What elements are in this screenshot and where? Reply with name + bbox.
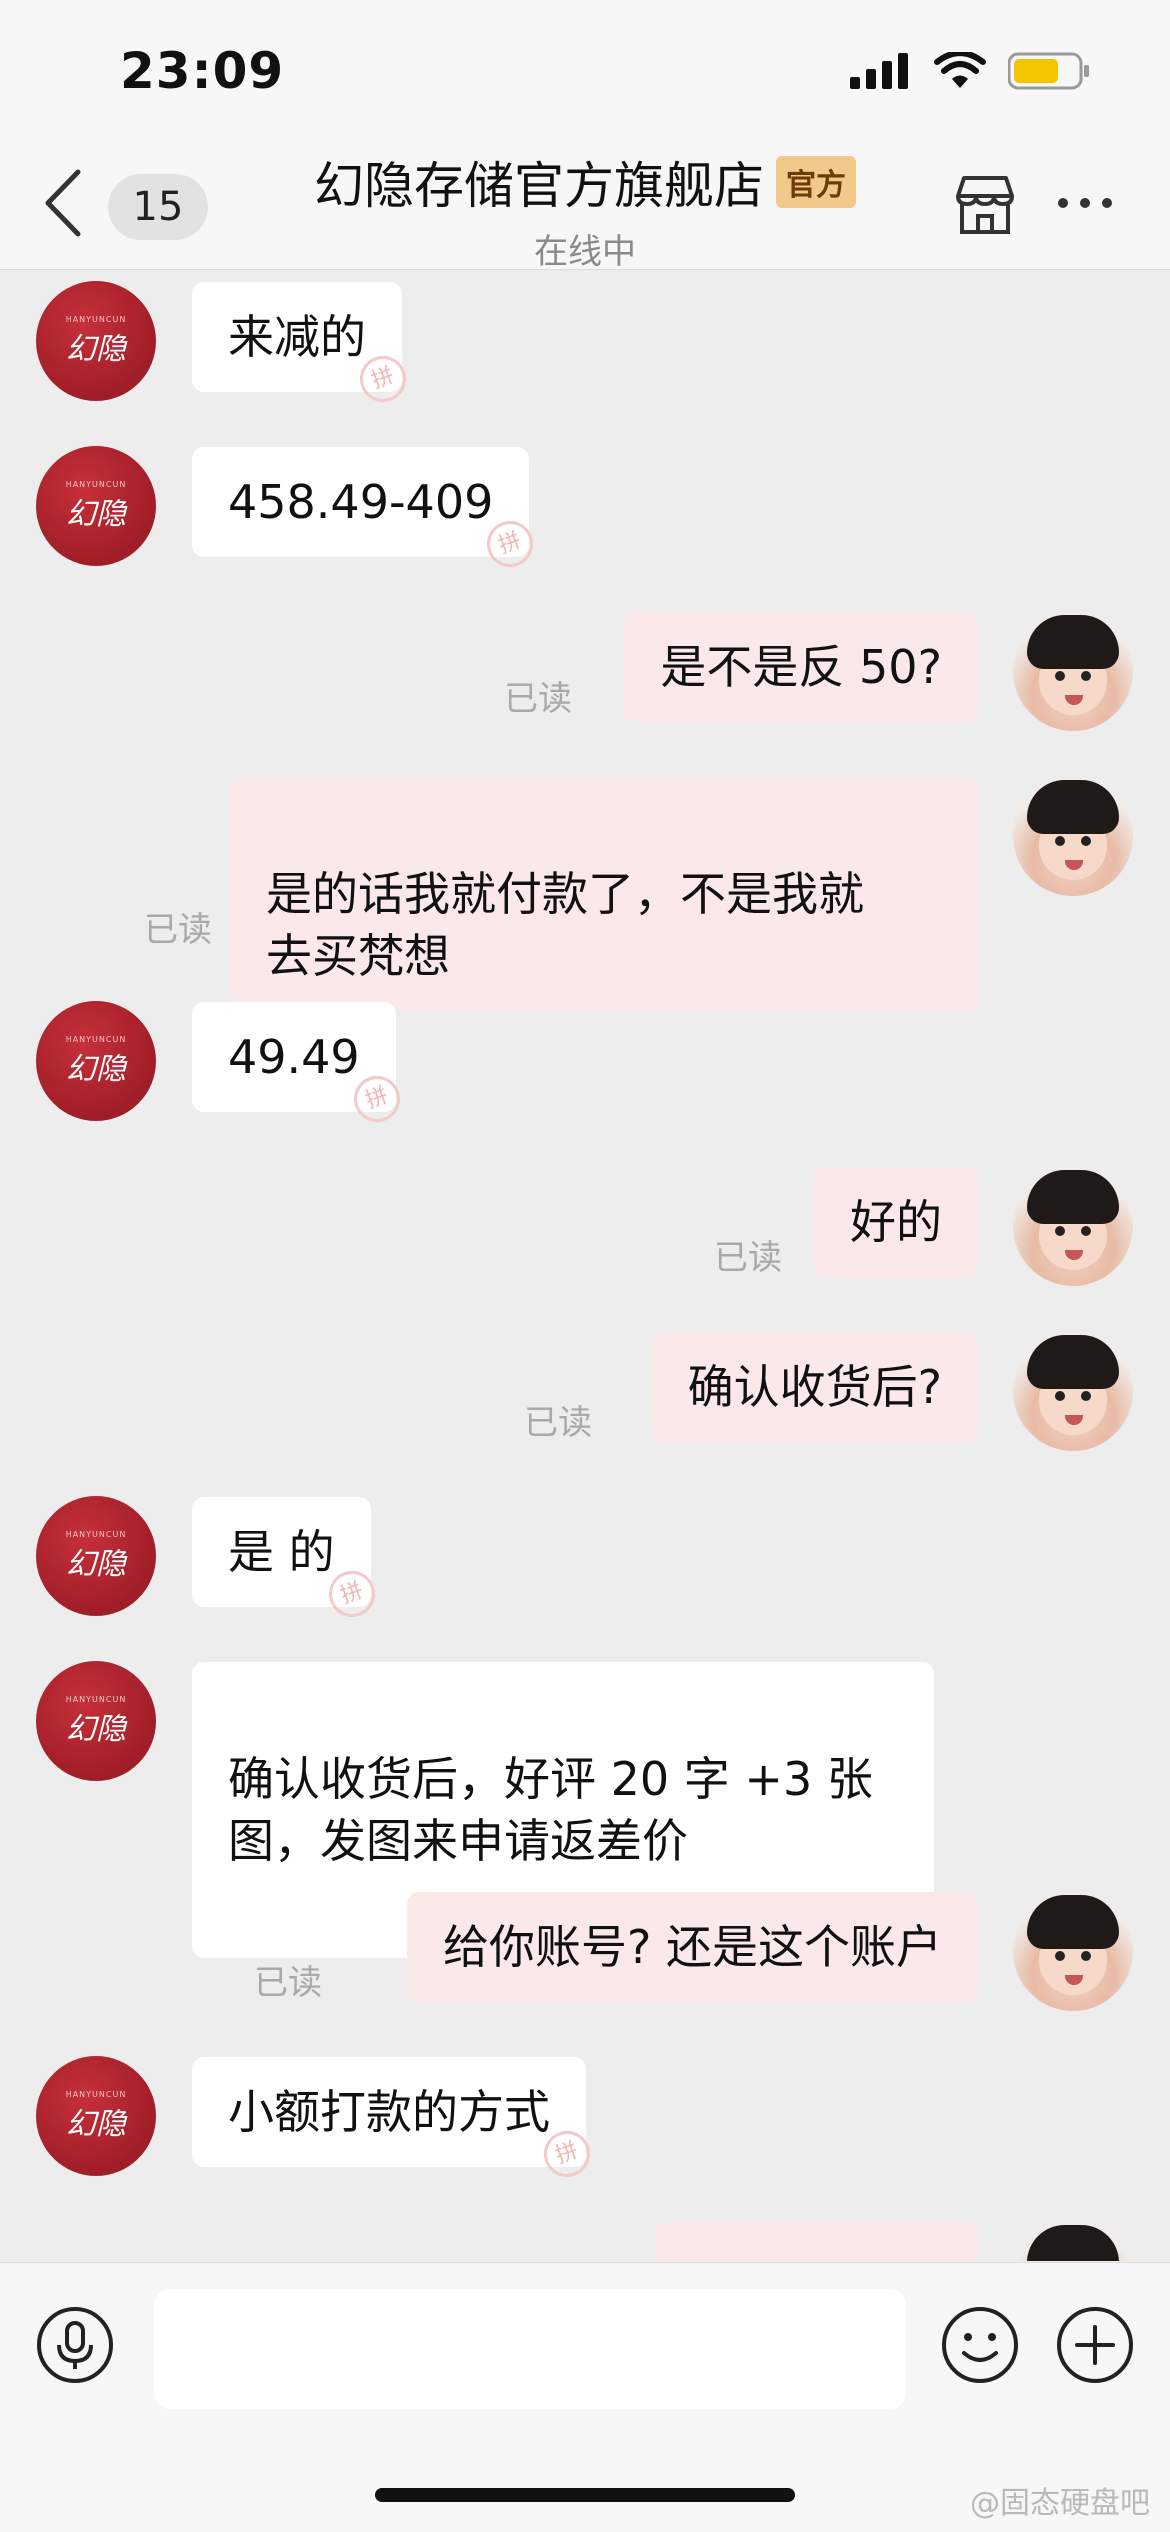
chat-header: 15 幻隐存储官方旗舰店 官方 在线中 xyxy=(0,128,1170,273)
seller-avatar[interactable]: HANYUNCUN 幻隐 xyxy=(36,281,156,401)
message-bubble[interactable]: 确认收货后? xyxy=(651,1332,978,1442)
plus-icon[interactable] xyxy=(1055,2305,1135,2385)
seller-avatar[interactable]: HANYUNCUN 幻隐 xyxy=(36,1496,156,1616)
message-text: 小额打款的方式 xyxy=(228,2085,550,2139)
read-receipt: 已读 xyxy=(144,910,212,950)
cellular-signal-icon xyxy=(850,53,908,89)
message-input[interactable] xyxy=(154,2289,906,2409)
user-avatar[interactable] xyxy=(1013,611,1133,731)
more-options-icon[interactable] xyxy=(1055,188,1115,218)
user-avatar[interactable] xyxy=(1013,1166,1133,1286)
logo-small-text: HANYUNCUN xyxy=(65,1034,127,1044)
seller-avatar[interactable]: HANYUNCUN 幻隐 xyxy=(36,446,156,566)
user-avatar[interactable] xyxy=(1013,2221,1133,2261)
read-receipt: 已读 xyxy=(524,1403,592,1443)
shop-name[interactable]: 幻隐存储官方旗舰店 xyxy=(314,146,764,218)
message-bubble[interactable]: 458.49-409 拼 xyxy=(192,447,540,574)
official-tag: 官方 xyxy=(776,156,856,208)
logo-small-text: HANYUNCUN xyxy=(65,2089,127,2099)
logo-text: 幻隐 xyxy=(66,496,126,532)
seller-avatar[interactable]: HANYUNCUN 幻隐 xyxy=(36,1001,156,1121)
read-receipt: 已读 xyxy=(504,679,572,719)
online-status: 在线中 xyxy=(534,232,636,272)
message-bubble[interactable]: 给你账号? 还是这个账户 xyxy=(406,1892,978,2002)
read-receipt: 已读 xyxy=(714,1238,782,1278)
back-arrow-icon[interactable] xyxy=(38,168,88,238)
seller-avatar[interactable]: HANYUNCUN 幻隐 xyxy=(36,2056,156,2176)
read-receipt: 已读 xyxy=(254,1963,322,2003)
message-text: 49.49 xyxy=(228,1030,360,1084)
wifi-icon xyxy=(934,52,986,88)
watermark: @固态硬盘吧 xyxy=(970,2486,1150,2521)
user-avatar[interactable] xyxy=(1013,1891,1133,2011)
message-text: 是的话我就付款了，不是我就 去买梵想 xyxy=(266,867,864,983)
message-text: 是 的 xyxy=(228,1525,335,1579)
message-text: 确认收货后，好评 20 字 +3 张 图，发图来申请返差价 xyxy=(228,1752,873,1868)
message-text: 来减的 xyxy=(228,310,366,364)
logo-text: 幻隐 xyxy=(66,1711,126,1747)
message-bubble[interactable]: 是不是反 50? xyxy=(624,612,978,722)
logo-text: 幻隐 xyxy=(66,2106,126,2142)
message-bubble[interactable]: 小额打款的方式 拼 xyxy=(192,2057,597,2184)
message-list[interactable]: HANYUNCUN 幻隐 来减的 拼 HANYUNCUN 幻隐 458.49-4… xyxy=(0,271,1170,2261)
message-bubble[interactable] xyxy=(656,2222,978,2261)
chat-title: 幻隐存储官方旗舰店 官方 在线中 xyxy=(300,146,870,273)
home-indicator[interactable] xyxy=(375,2488,795,2502)
status-icons xyxy=(850,52,1090,90)
logo-text: 幻隐 xyxy=(66,1051,126,1087)
status-bar: 23:09 xyxy=(0,0,1170,140)
logo-text: 幻隐 xyxy=(66,1546,126,1582)
message-bubble[interactable]: 49.49 拼 xyxy=(192,1002,407,1129)
message-text: 确认收货后? xyxy=(687,1360,942,1414)
logo-small-text: HANYUNCUN xyxy=(65,1694,127,1704)
message-bubble[interactable]: 来减的 拼 xyxy=(192,282,413,409)
unread-count-badge[interactable]: 15 xyxy=(108,174,208,240)
message-text: 458.49-409 xyxy=(228,475,494,529)
message-bubble[interactable]: 好的 xyxy=(814,1167,978,1277)
store-icon[interactable] xyxy=(950,170,1020,240)
status-time: 23:09 xyxy=(120,42,285,100)
microphone-icon[interactable] xyxy=(35,2305,115,2385)
user-avatar[interactable] xyxy=(1013,1331,1133,1451)
logo-text: 幻隐 xyxy=(66,331,126,367)
message-text: 好的 xyxy=(850,1195,942,1249)
emoji-icon[interactable] xyxy=(940,2305,1020,2385)
logo-small-text: HANYUNCUN xyxy=(65,479,127,489)
logo-small-text: HANYUNCUN xyxy=(65,1529,127,1539)
chat-screen: 23:09 15 幻隐存储官方旗舰店 官方 在线中 HANYUNCUN 幻隐 来… xyxy=(0,0,1170,2532)
logo-small-text: HANYUNCUN xyxy=(65,314,127,324)
user-avatar[interactable] xyxy=(1013,776,1133,896)
message-bubble[interactable]: 是的话我就付款了，不是我就 去买梵想 xyxy=(230,777,978,1011)
message-text: 是不是反 50? xyxy=(660,640,942,694)
message-bubble[interactable]: 是 的 拼 xyxy=(192,1497,382,1624)
message-text: 给你账号? 还是这个账户 xyxy=(442,1920,942,1974)
battery-icon xyxy=(1008,52,1089,90)
seller-avatar[interactable]: HANYUNCUN 幻隐 xyxy=(36,1661,156,1781)
